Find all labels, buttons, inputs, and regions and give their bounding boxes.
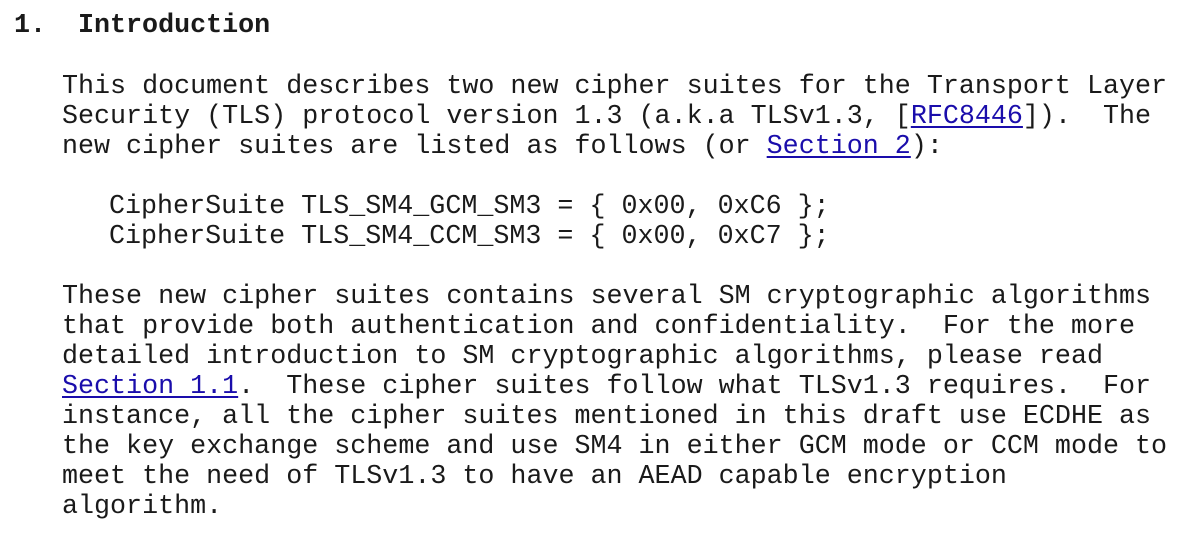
- section-1-1-link[interactable]: Section 1.1: [62, 372, 238, 402]
- code-line-gcm: CipherSuite TLS_SM4_GCM_SM3 = { 0x00, 0x…: [109, 192, 830, 222]
- para2-line-6: the key exchange scheme and use SM4 in e…: [62, 432, 1168, 462]
- para1-line-3-text: new cipher suites are listed as follows …: [62, 132, 767, 162]
- para2-line-7: meet the need of TLSv1.3 to have an AEAD…: [62, 462, 1007, 492]
- para2-line-5: instance, all the cipher suites mentione…: [62, 402, 1152, 432]
- section-heading: 1. Introduction: [14, 11, 270, 41]
- para1-line-2-text: Security (TLS) protocol version 1.3 (a.k…: [62, 102, 911, 132]
- section-title: Introduction: [78, 11, 271, 41]
- para2-line-4: Section 1.1. These cipher suites follow …: [62, 372, 1151, 402]
- para1-line-2: Security (TLS) protocol version 1.3 (a.k…: [62, 102, 1151, 132]
- para2-line-2: that provide both authentication and con…: [62, 312, 1136, 342]
- para2-line-3: detailed introduction to SM cryptographi…: [62, 342, 1103, 372]
- para2-line-4-tail: . These cipher suites follow what TLSv1.…: [238, 372, 1152, 402]
- para1-line-3: new cipher suites are listed as follows …: [62, 132, 943, 162]
- para2-line-1: These new cipher suites contains several…: [62, 282, 1152, 312]
- section-2-link[interactable]: Section 2: [767, 132, 911, 162]
- para1-line-2-tail: ]). The: [1022, 102, 1152, 132]
- para1-line-1: This document describes two new cipher s…: [62, 72, 1168, 102]
- rfc8446-link[interactable]: RFC8446: [911, 102, 1023, 132]
- section-number: 1.: [14, 11, 47, 41]
- para2-line-8: algorithm.: [62, 492, 223, 522]
- code-line-ccm: CipherSuite TLS_SM4_CCM_SM3 = { 0x00, 0x…: [109, 222, 830, 252]
- para1-line-3-tail: ):: [910, 132, 943, 162]
